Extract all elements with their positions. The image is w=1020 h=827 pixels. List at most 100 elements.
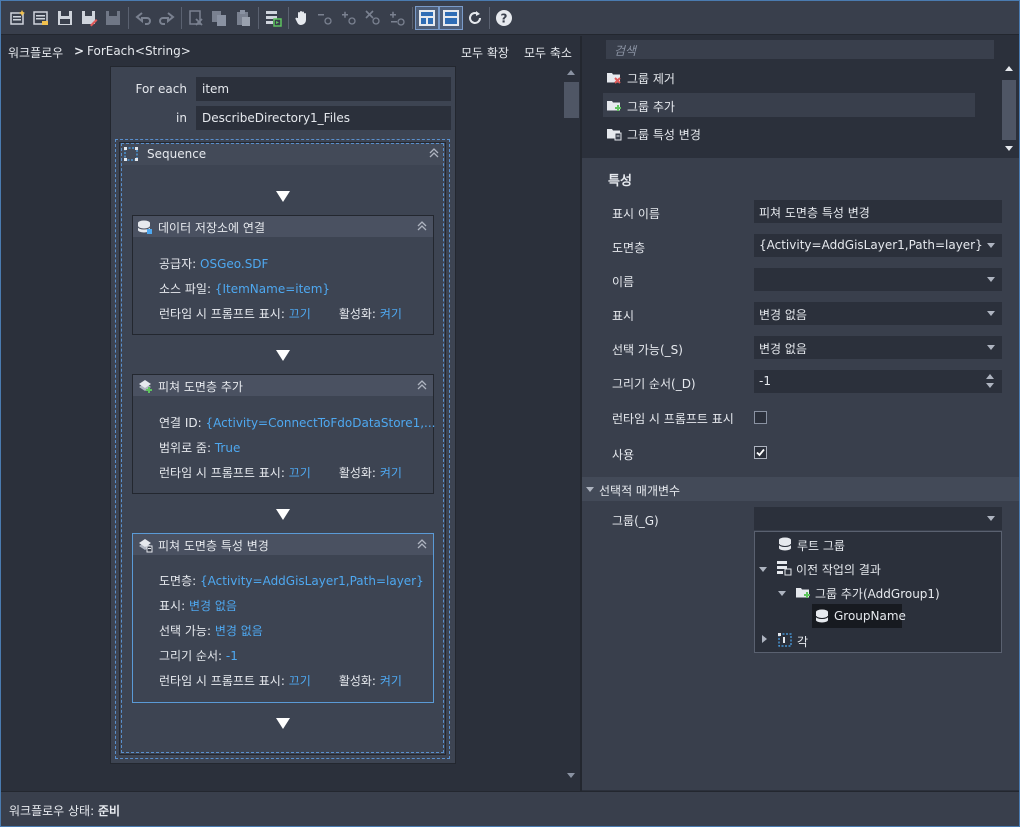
flow-arrow-icon: [276, 191, 290, 202]
activity-add-feature-layer[interactable]: 피쳐 도면층 추가 연결 ID: {Activity=ConnectToFdoD…: [132, 374, 436, 494]
sequence-header[interactable]: Sequence: [120, 143, 445, 165]
zoom-in-icon[interactable]: [339, 8, 359, 28]
spin-up-icon[interactable]: [986, 374, 994, 379]
cut-icon[interactable]: [186, 8, 206, 28]
activity-header[interactable]: 피쳐 도면층 특성 변경: [133, 534, 433, 555]
activity-row: 선택 가능: 변경 없음: [159, 624, 263, 638]
redo-icon[interactable]: [156, 8, 176, 28]
for-each-variable-input[interactable]: item: [196, 77, 451, 101]
scroll-up-icon[interactable]: [1005, 66, 1013, 71]
scrollbar-thumb[interactable]: [564, 82, 579, 118]
new-workflow-icon[interactable]: [8, 8, 28, 28]
in-collection-input[interactable]: DescribeDirectory1_Files: [196, 106, 451, 130]
tree-node-label: GroupName: [834, 609, 906, 623]
layout-panel-icon[interactable]: [415, 6, 439, 30]
visibility-select[interactable]: 변경 없음: [754, 302, 1002, 325]
prompt-value[interactable]: 끄기: [289, 466, 311, 480]
selectable-value[interactable]: 변경 없음: [215, 624, 263, 638]
activity-connect-datastore[interactable]: 데이터 저장소에 연결 공급자: OSGeo.SDF 소스 파일: {ItemN…: [132, 215, 434, 335]
toolbar-separator: [288, 7, 289, 29]
selectable-select[interactable]: 변경 없음: [754, 336, 1002, 359]
scroll-down-icon[interactable]: [1005, 146, 1013, 151]
source-file-value[interactable]: {ItemName=item}: [215, 282, 330, 296]
dropdown-arrow-icon: [987, 516, 995, 521]
database-connect-icon: [137, 220, 152, 234]
enabled-label: 사용: [612, 448, 635, 462]
canvas-vertical-scrollbar[interactable]: [563, 64, 580, 790]
dropdown-arrow-icon: [987, 311, 995, 316]
prompt-value[interactable]: 끄기: [289, 674, 311, 688]
group-select[interactable]: [754, 507, 1002, 530]
tree-node-label: 루트 그룹: [797, 539, 845, 553]
expand-all-button[interactable]: 모두 확장: [461, 44, 509, 61]
activity-change-layer-properties[interactable]: 피쳐 도면층 특성 변경 도면층: {Activity=AddGisLayer1…: [132, 533, 434, 703]
sequence-title: Sequence: [147, 147, 207, 161]
collapse-all-button[interactable]: 모두 축소: [524, 44, 572, 61]
collapse-chevron-icon[interactable]: [416, 379, 428, 391]
collapse-chevron-icon[interactable]: [428, 147, 440, 159]
spin-down-icon[interactable]: [986, 383, 994, 388]
collapse-chevron-icon[interactable]: [416, 220, 428, 232]
open-workflow-icon[interactable]: [31, 8, 51, 28]
layer-value[interactable]: {Activity=AddGisLayer1,Path=layer}: [200, 574, 424, 588]
scrollbar-thumb[interactable]: [1002, 80, 1016, 140]
palette-item-remove-group[interactable]: 그룹 제거: [603, 65, 975, 89]
scroll-up-icon[interactable]: [567, 70, 575, 75]
enabled-value[interactable]: 켜기: [380, 674, 402, 688]
activity-header[interactable]: 데이터 저장소에 연결: [133, 216, 433, 237]
prompt-at-runtime-checkbox[interactable]: [754, 411, 767, 424]
name-select[interactable]: [754, 268, 1002, 291]
scroll-down-icon[interactable]: [567, 773, 575, 778]
flow-arrow-icon: [276, 718, 290, 729]
draw-order-value[interactable]: -1: [226, 649, 238, 663]
remove-group-icon: [607, 73, 621, 84]
enabled-value[interactable]: 켜기: [380, 466, 402, 480]
enabled-value[interactable]: 켜기: [380, 307, 402, 321]
pan-hand-icon[interactable]: [292, 8, 312, 28]
breadcrumb-root[interactable]: 워크플로우: [8, 44, 63, 61]
tree-collapsed-icon[interactable]: [762, 635, 767, 643]
section-expand-icon[interactable]: [586, 487, 594, 492]
group-properties-icon: [607, 129, 622, 141]
save-icon[interactable]: [55, 8, 75, 28]
draw-order-spinner[interactable]: -1: [754, 370, 1002, 393]
provider-value[interactable]: OSGeo.SDF: [200, 257, 268, 271]
dropdown-arrow-icon: [987, 345, 995, 350]
layer-select[interactable]: {Activity=AddGisLayer1,Path=layer}: [754, 234, 1002, 257]
save-all-icon[interactable]: [103, 8, 123, 28]
refresh-icon[interactable]: [465, 8, 485, 28]
breadcrumb-current[interactable]: ForEach<String>: [87, 44, 191, 58]
palette-item-change-group-properties[interactable]: 그룹 특성 변경: [603, 121, 975, 145]
activity-row: 범위로 줌: True: [159, 441, 241, 455]
display-name-input[interactable]: 피쳐 도면층 특성 변경: [754, 200, 1002, 223]
visibility-value[interactable]: 변경 없음: [189, 599, 237, 613]
copy-icon[interactable]: [209, 8, 229, 28]
prompt-value[interactable]: 끄기: [289, 307, 311, 321]
collapse-chevron-icon[interactable]: [416, 538, 428, 550]
database-icon: [815, 609, 829, 623]
layout-split-icon[interactable]: [439, 6, 463, 30]
tree-expand-icon[interactable]: [778, 591, 786, 596]
visibility-label: 표시: [612, 309, 635, 323]
enabled-checkbox[interactable]: [754, 446, 767, 459]
help-icon[interactable]: ?: [494, 8, 514, 28]
optional-parameters-title: 선택적 매개변수: [599, 484, 681, 498]
zoom-reset-icon[interactable]: [363, 8, 383, 28]
zoom-out-icon[interactable]: [315, 8, 335, 28]
activity-header[interactable]: 피쳐 도면층 추가: [133, 375, 433, 396]
zoom-to-extent-value[interactable]: True: [215, 441, 241, 455]
run-workflow-icon[interactable]: [263, 8, 283, 28]
search-input[interactable]: 검색: [606, 40, 994, 59]
palette-item-add-group[interactable]: 그룹 추가: [603, 93, 975, 117]
activity-row: 소스 파일: {ItemName=item}: [159, 282, 331, 296]
zoom-fit-icon[interactable]: [387, 8, 407, 28]
toolbar-separator: [258, 7, 259, 29]
save-as-icon[interactable]: [79, 8, 99, 28]
tree-expand-icon[interactable]: [759, 567, 767, 572]
paste-icon[interactable]: [233, 8, 253, 28]
undo-icon[interactable]: [134, 8, 154, 28]
add-layer-icon: [139, 380, 152, 393]
connection-id-value[interactable]: {Activity=ConnectToFdoDataStore1,...: [206, 416, 436, 430]
palette-scrollbar[interactable]: [1000, 58, 1018, 156]
toolbar-separator: [412, 7, 413, 29]
